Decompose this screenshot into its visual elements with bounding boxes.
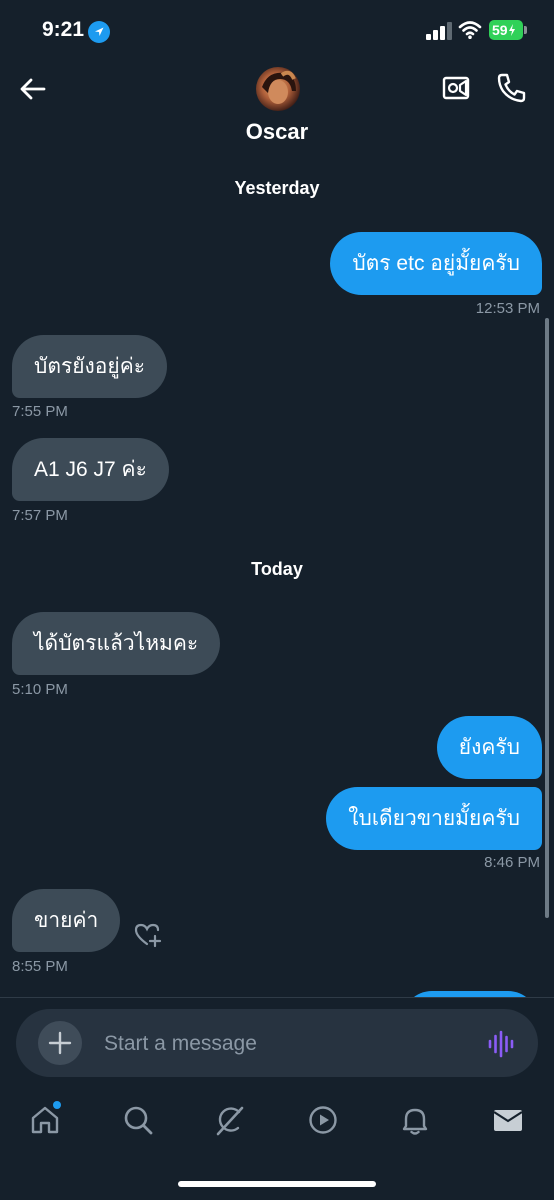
voice-call-button[interactable] — [496, 72, 526, 104]
message-timestamp: 7:57 PM — [12, 507, 68, 524]
location-arrow-icon — [88, 21, 110, 43]
message-timestamp: 8:55 PM — [12, 958, 68, 975]
phone-icon — [497, 73, 526, 103]
avatar-photo-icon — [262, 70, 296, 104]
wifi-icon — [458, 20, 482, 40]
status-time: 9:21 — [42, 18, 85, 41]
nav-search[interactable] — [122, 1104, 154, 1136]
message-input[interactable] — [104, 1030, 454, 1058]
battery-tip — [524, 26, 527, 34]
nav-grok[interactable] — [214, 1104, 246, 1136]
day-separator-today: Today — [251, 559, 303, 579]
nav-messages[interactable] — [492, 1104, 524, 1136]
plus-icon — [48, 1031, 72, 1055]
cellular-signal-icon — [426, 22, 454, 40]
audio-waveform-icon — [488, 1030, 514, 1058]
home-notification-dot — [53, 1101, 61, 1109]
video-play-icon — [309, 1106, 337, 1134]
contact-avatar[interactable] — [256, 67, 300, 111]
video-call-button[interactable] — [442, 73, 474, 103]
message-bubble-incoming[interactable]: ขายค่า — [12, 889, 121, 952]
video-camera-icon — [442, 76, 470, 100]
nav-video[interactable] — [307, 1104, 339, 1136]
message-timestamp: 8:46 PM — [484, 854, 540, 871]
status-bar: 9:21 59 — [0, 0, 554, 60]
battery-indicator: 59 — [489, 20, 523, 40]
day-separator-yesterday: Yesterday — [234, 178, 320, 198]
message-bubble-incoming[interactable]: A1 J6 J7 ค่ะ — [12, 438, 169, 501]
message-timestamp: 7:55 PM — [12, 403, 68, 420]
message-bubble-incoming[interactable]: บัตรยังอยู่ค่ะ — [12, 335, 168, 398]
contact-name[interactable]: Oscar — [0, 119, 554, 145]
back-button[interactable] — [16, 72, 50, 106]
grok-icon — [216, 1106, 244, 1136]
conversation-scrollbar[interactable] — [545, 318, 549, 918]
message-bubble-outgoing[interactable]: ยังครับ — [436, 716, 542, 779]
voice-message-button[interactable] — [487, 1030, 515, 1058]
search-icon — [124, 1106, 153, 1135]
message-bubble-incoming[interactable]: ได้บัตรแล้วไหมคะ — [12, 612, 221, 675]
battery-level: 59 — [492, 22, 508, 38]
message-timestamp: 5:10 PM — [12, 681, 68, 698]
heart-plus-icon — [134, 923, 162, 948]
notifications-bell-icon — [402, 1108, 428, 1135]
message-bubble-outgoing[interactable]: บัตร etc อยู่มั้ยครับ — [330, 232, 542, 295]
message-timestamp: 12:53 PM — [475, 300, 540, 317]
messages-mail-icon — [493, 1110, 523, 1131]
add-reaction-button[interactable] — [134, 922, 162, 948]
home-indicator — [178, 1181, 376, 1187]
message-bubble-outgoing[interactable]: ใบเดียวขายมั้ยครับ — [326, 787, 542, 850]
add-media-button[interactable] — [38, 1021, 82, 1065]
nav-notifications[interactable] — [399, 1104, 431, 1136]
back-arrow-icon — [20, 78, 46, 100]
